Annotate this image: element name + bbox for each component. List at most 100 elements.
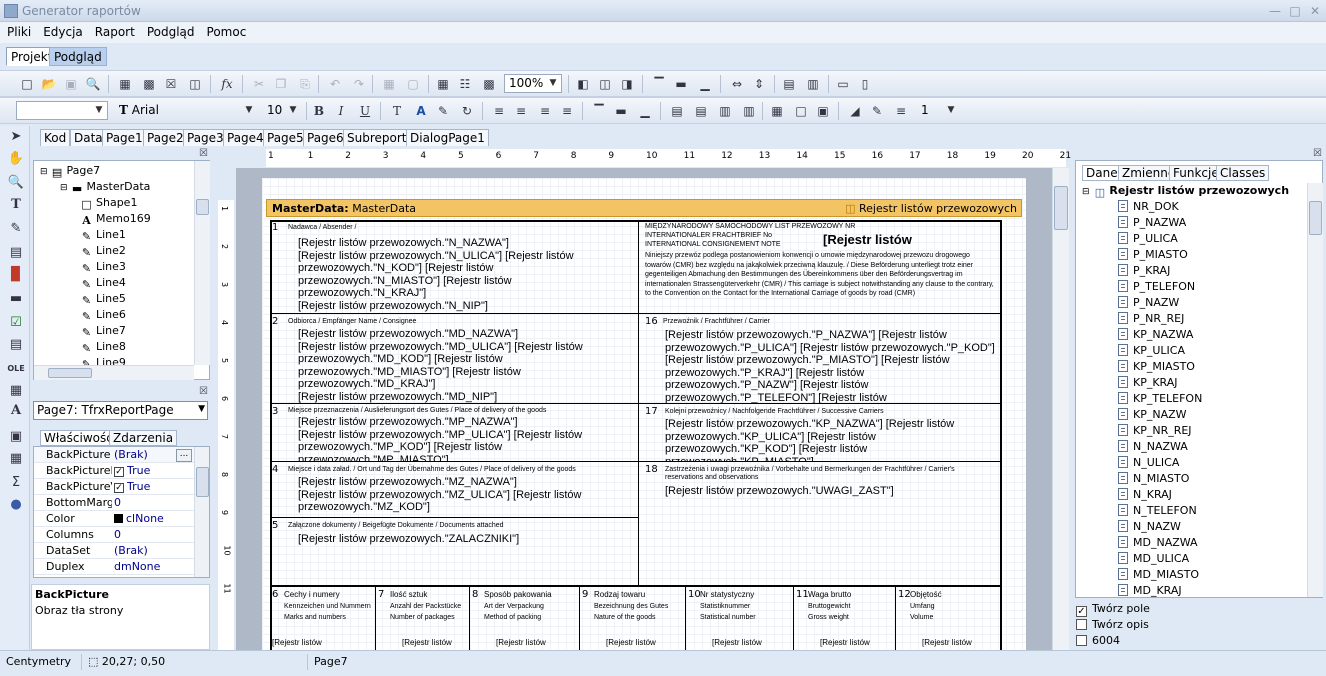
goods-cell[interactable]: 8 Sposób pakowania Art der Verpackung Metho… — [470, 586, 580, 658]
text-align-left-icon[interactable]: ≡ — [490, 102, 508, 120]
consignee-cell[interactable]: 2 Odbiorca / Empfänger Name / Consignee … — [270, 314, 639, 404]
property-row[interactable]: Color clNone — [34, 511, 194, 527]
text-justify-icon[interactable]: ≡ — [558, 102, 576, 120]
new-dialog-icon[interactable]: ▩ — [140, 75, 158, 93]
tab-page3[interactable]: Page3 — [183, 129, 228, 146]
loading-place-cell[interactable]: 4 Miejsce i data załad. / Ort und Tag de… — [270, 462, 639, 518]
font-settings-icon[interactable]: T — [388, 102, 406, 120]
goods-cell[interactable]: 11 Waga brutto Bruttogewicht Gross weight [R… — [794, 586, 896, 658]
loading-place-memo[interactable]: [Rejestr listów przewozowych."MZ_NAZWA"]… — [298, 476, 598, 514]
group-icon[interactable]: ▦ — [380, 75, 398, 93]
goods-memo[interactable]: [Rejestr listów — [496, 639, 546, 647]
field-item[interactable]: KP_NAZW — [1118, 407, 1187, 423]
function-icon[interactable]: fx — [218, 75, 236, 93]
same-width-icon[interactable]: ▭ — [834, 75, 852, 93]
tree-node[interactable]: ✎ Line3 — [80, 259, 126, 275]
property-value[interactable]: dmNone — [114, 559, 194, 574]
table-tool-icon[interactable]: ▦ — [7, 450, 25, 468]
highlight-icon[interactable]: ✎ — [434, 102, 452, 120]
save-icon[interactable]: ▣ — [62, 75, 80, 93]
preview-icon[interactable]: 🔍 — [84, 75, 102, 93]
design-vscrollbar[interactable] — [1052, 168, 1069, 650]
goods-cell[interactable]: 7 Ilość sztuk Anzahl der Packstücke Number … — [376, 586, 470, 658]
fields-scrollbar[interactable] — [1307, 183, 1323, 597]
field-item[interactable]: P_NAZW — [1118, 295, 1179, 311]
field-item[interactable]: P_ULICA — [1118, 231, 1178, 247]
tab-classes[interactable]: Classes — [1216, 165, 1270, 181]
property-row[interactable]: Columns 0 — [34, 527, 194, 543]
picture-tool-icon[interactable]: ▣ — [7, 428, 25, 446]
successive-carriers-memo[interactable]: [Rejestr listów przewozowych."KP_NAZWA"]… — [665, 418, 965, 461]
property-value[interactable]: ✓ True — [114, 463, 194, 478]
checkbox-icon[interactable] — [1076, 635, 1087, 646]
tree-node[interactable]: ✎ Line7 — [80, 323, 126, 339]
field-item[interactable]: N_ULICA — [1118, 455, 1179, 471]
goods-memo[interactable]: [Rejestr listów — [272, 639, 322, 647]
rotate-text-icon[interactable]: ↻ — [458, 102, 476, 120]
option-checkbox[interactable]: 6004 — [1076, 634, 1120, 647]
text-tool-icon[interactable]: T — [7, 196, 25, 214]
tab-dane[interactable]: Dane — [1082, 165, 1122, 181]
paste-icon[interactable]: ⎘ — [296, 75, 314, 93]
checkbox-tool-icon[interactable]: ☑ — [7, 314, 25, 332]
object-combo[interactable]: Page7: TfrxReportPage ▼ — [33, 401, 208, 420]
field-item[interactable]: KP_KRAJ — [1118, 375, 1178, 391]
field-item[interactable]: MD_KRAJ — [1118, 583, 1182, 599]
property-row[interactable]: Duplex dmNone — [34, 559, 194, 575]
space-vertical-icon[interactable]: ⇕ — [750, 75, 768, 93]
tree-scrollbar[interactable] — [194, 161, 210, 365]
tab-page2[interactable]: Page2 — [143, 129, 188, 146]
text-bottom-icon[interactable]: ▁ — [636, 102, 654, 120]
field-item[interactable]: NR_DOK — [1118, 199, 1179, 215]
delete-page-icon[interactable]: ☒ — [162, 75, 180, 93]
center-vertical-icon[interactable]: ▥ — [804, 75, 822, 93]
property-row[interactable]: BackPicture (Brak) — [34, 447, 194, 463]
menu-podglad[interactable]: Podgląd — [140, 22, 200, 39]
text-top-icon[interactable]: ▔ — [590, 102, 608, 120]
menu-raport[interactable]: Raport — [88, 22, 140, 39]
carrier-remarks-cell[interactable]: 18 Zastrzeżenia i uwagi przewoźnika / Vo… — [639, 462, 1000, 586]
field-item[interactable]: P_NR_REJ — [1118, 311, 1184, 327]
minimize-button[interactable]: — — [1266, 3, 1284, 19]
frame-left-icon[interactable]: ▥ — [716, 102, 734, 120]
tab-podglad[interactable]: Podgląd — [49, 47, 107, 66]
chevron-down-icon[interactable]: ▼ — [242, 103, 256, 118]
carrier-memo[interactable]: [Rejestr listów przewozowych."P_NAZWA"] … — [665, 329, 995, 403]
menu-pomoc[interactable]: Pomoc — [200, 22, 252, 39]
tree-node[interactable]: ✎ Line8 — [80, 339, 126, 355]
undo-icon[interactable]: ↶ — [326, 75, 344, 93]
center-horizontal-icon[interactable]: ▤ — [780, 75, 798, 93]
fill-color-icon[interactable]: ◢ — [846, 102, 864, 120]
ungroup-icon[interactable]: ▢ — [404, 75, 422, 93]
bold-icon[interactable]: B — [310, 102, 328, 120]
field-item[interactable]: KP_ULICA — [1118, 343, 1185, 359]
align-right-icon[interactable]: ◨ — [618, 75, 636, 93]
field-item[interactable]: P_TELEFON — [1118, 279, 1195, 295]
text-align-center-icon[interactable]: ≡ — [512, 102, 530, 120]
tree-node[interactable]: □ Shape1 — [80, 195, 137, 211]
tree-node[interactable]: ⊟ ▤ Page7 — [40, 163, 100, 179]
goods-memo[interactable]: [Rejestr listów — [712, 639, 762, 647]
checkbox-icon[interactable]: ✓ — [114, 467, 124, 477]
rect-tool-icon[interactable]: ▬ — [7, 290, 25, 308]
tree-hscrollbar[interactable] — [34, 365, 194, 380]
collapse-icon[interactable]: ⊟ — [40, 167, 48, 177]
shadow-icon[interactable]: ▣ — [814, 102, 832, 120]
zoom-tool-icon[interactable]: 🔍 — [7, 174, 25, 192]
field-item[interactable]: P_MIASTO — [1118, 247, 1188, 263]
tree-node[interactable]: ✎ Line2 — [80, 243, 126, 259]
property-value[interactable]: ✓ True — [114, 479, 194, 494]
header-cell[interactable]: MIĘDZYNARODOWY SAMOCHODOWY LIST PRZEWOZO… — [639, 220, 1000, 314]
rich-text-tool-icon[interactable]: A — [7, 402, 25, 420]
open-icon[interactable]: 📂 — [40, 75, 58, 93]
align-middle-icon[interactable]: ▬ — [672, 75, 690, 93]
font-name-combo[interactable]: T Arial ▼ — [114, 101, 258, 120]
sender-memo[interactable]: [Rejestr listów przewozowych."N_NAZWA"] … — [298, 237, 598, 312]
field-item[interactable]: P_NAZWA — [1118, 215, 1186, 231]
tab-dialogpage1[interactable]: DialogPage1 — [406, 129, 489, 146]
field-item[interactable]: MD_ULICA — [1118, 551, 1189, 567]
property-row[interactable]: DataSet (Brak) — [34, 543, 194, 559]
frame-width-combo[interactable]: 1 ▼ — [916, 101, 960, 120]
tree-node[interactable]: ⊟ ▬ MasterData — [60, 179, 150, 195]
hand-tool-icon[interactable]: ✋ — [7, 150, 25, 168]
